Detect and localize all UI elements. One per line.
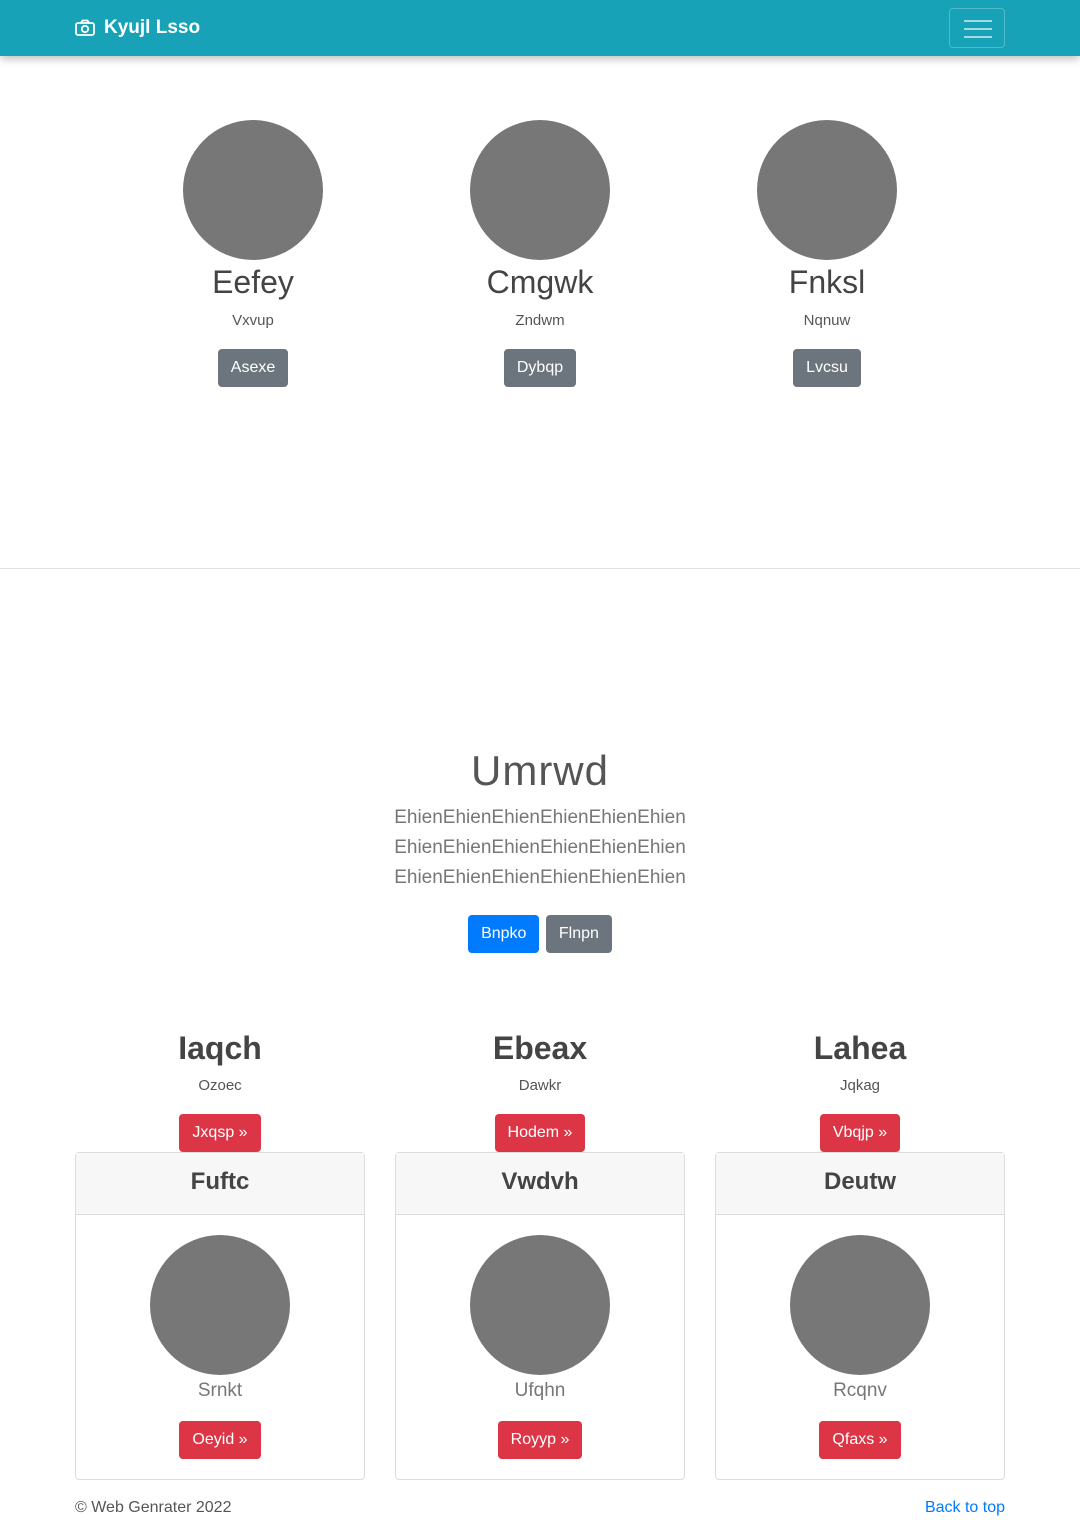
card: Vwdvh Ufqhn Royyp » xyxy=(395,1152,685,1480)
team-member-name: Cmgwk xyxy=(486,264,594,300)
hero-text: EhienEhienEhienEhienEhienEhien EhienEhie… xyxy=(394,807,686,888)
feature-column: Lahea Jqkag Vbqjp » xyxy=(715,1026,1005,1152)
card-button[interactable]: Royyp » xyxy=(497,1421,583,1459)
hero-secondary-button[interactable]: Flnpn xyxy=(545,915,612,953)
feature-button[interactable]: Vbqjp » xyxy=(819,1114,901,1152)
back-to-top-link[interactable]: Back to top xyxy=(925,1497,1005,1519)
team-member: Fnksl Nqnuw Lvcsu xyxy=(717,120,937,387)
team-member-role: Nqnuw xyxy=(803,312,851,329)
team-member: Cmgwk Zndwm Dybqp xyxy=(430,120,650,387)
hero-primary-button[interactable]: Bnpko xyxy=(468,915,540,953)
card-text: Srnkt xyxy=(197,1380,243,1401)
feature-title: Ebeax xyxy=(492,1030,588,1066)
section-divider xyxy=(0,568,1080,569)
card-image xyxy=(790,1235,930,1375)
team-member-name: Fnksl xyxy=(788,264,866,300)
card-text: Ufqhn xyxy=(514,1380,566,1401)
navbar-toggler-button[interactable] xyxy=(949,8,1005,48)
footer-copyright: © Web Genrater 2022 xyxy=(75,1499,232,1516)
team-member: Eefey Vxvup Asexe xyxy=(143,120,363,387)
feature-title: Iaqch xyxy=(178,1030,262,1066)
camera-icon xyxy=(75,19,95,36)
team-member-button[interactable]: Asexe xyxy=(217,349,289,387)
card-header: Deutw xyxy=(716,1153,1004,1215)
feature-text: Jqkag xyxy=(839,1077,881,1094)
team-member-role: Zndwm xyxy=(515,312,565,329)
card-header: Vwdvh xyxy=(396,1153,684,1215)
feature-text: Ozoec xyxy=(198,1077,242,1094)
card-text: Rcqnv xyxy=(833,1380,887,1401)
card-button[interactable]: Oeyid » xyxy=(179,1421,261,1459)
feature-column: Iaqch Ozoec Jxqsp » xyxy=(75,1026,365,1152)
card-image xyxy=(470,1235,610,1375)
team-member-role: Vxvup xyxy=(232,312,274,329)
feature-column: Ebeax Dawkr Hodem » xyxy=(395,1026,685,1152)
feature-button[interactable]: Jxqsp » xyxy=(179,1114,261,1152)
brand-label: Kyujl Lsso xyxy=(104,17,201,38)
card-image xyxy=(150,1235,290,1375)
navbar-brand[interactable]: Kyujl Lsso xyxy=(75,0,200,56)
hero-buttons: Bnpko Flnpn xyxy=(0,915,1080,953)
card-button[interactable]: Qfaxs » xyxy=(819,1421,901,1459)
team-member-name: Eefey xyxy=(212,264,294,300)
avatar xyxy=(183,120,323,260)
avatar xyxy=(470,120,610,260)
card: Fuftc Srnkt Oeyid » xyxy=(75,1152,365,1480)
feature-text: Dawkr xyxy=(518,1077,562,1094)
card-header: Fuftc xyxy=(76,1153,364,1215)
card: Deutw Rcqnv Qfaxs » xyxy=(715,1152,1005,1480)
team-member-button[interactable]: Dybqp xyxy=(503,349,577,387)
hero-title: Umrwd xyxy=(471,747,609,794)
team-member-button[interactable]: Lvcsu xyxy=(793,349,861,387)
navbar: Kyujl Lsso xyxy=(0,0,1080,56)
feature-title: Lahea xyxy=(813,1030,907,1066)
avatar xyxy=(757,120,897,260)
hero-section: Umrwd EhienEhienEhienEhienEhienEhien Ehi… xyxy=(0,745,1080,953)
feature-button[interactable]: Hodem » xyxy=(494,1114,586,1152)
